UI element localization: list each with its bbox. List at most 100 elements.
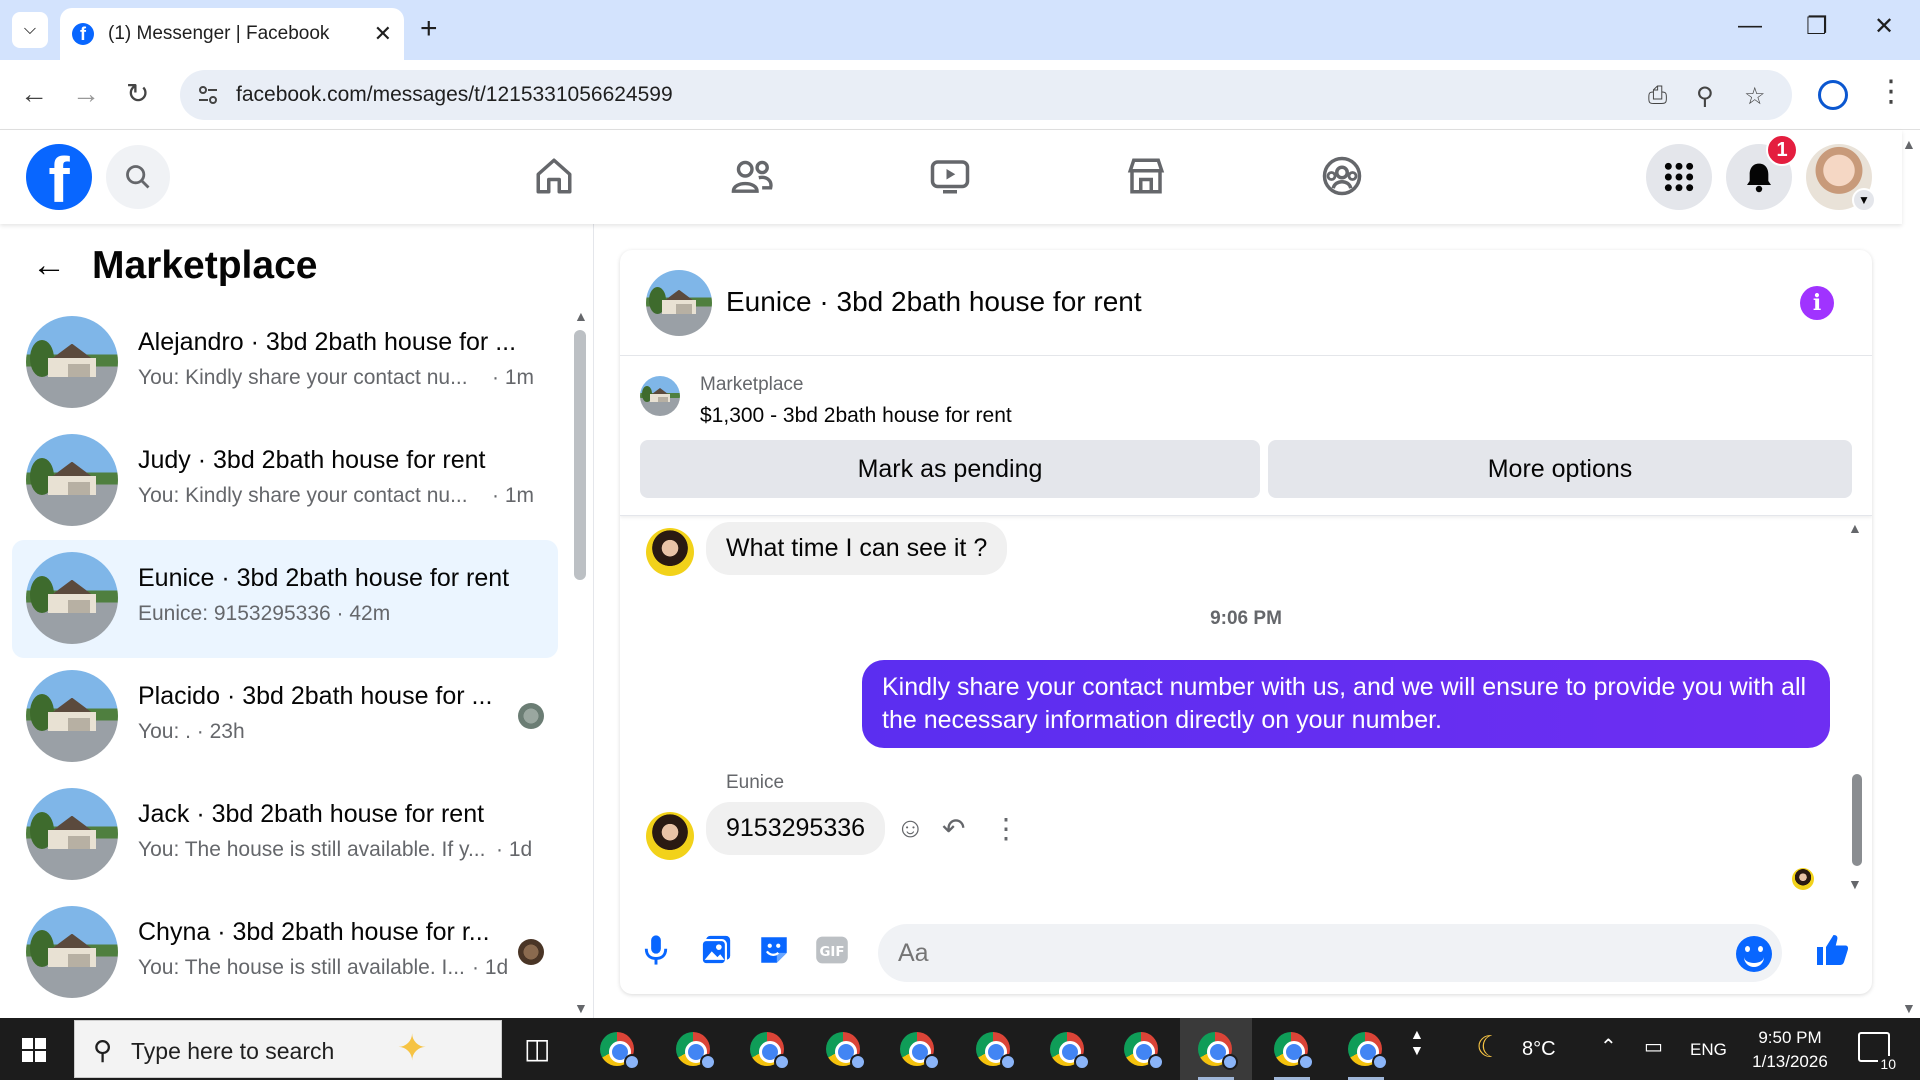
chrome-taskbar-icon[interactable] <box>600 1032 640 1070</box>
info-icon[interactable]: i <box>1800 286 1834 320</box>
chrome-taskbar-icon[interactable] <box>676 1032 716 1070</box>
reply-icon[interactable]: ↶ <box>942 812 965 845</box>
listing-small-thumbnail[interactable] <box>640 376 680 416</box>
list-scroll-up-icon[interactable]: ▲ <box>574 308 588 324</box>
weather-temp[interactable]: 8°C <box>1522 1038 1556 1061</box>
gif-icon[interactable]: GIF <box>812 930 852 970</box>
facebook-search-button[interactable] <box>106 145 170 209</box>
chrome-taskbar-icon[interactable] <box>750 1032 790 1070</box>
chat-title[interactable]: Eunice · 3bd 2bath house for rent <box>726 286 1142 318</box>
taskbar-scroll-icon[interactable]: ▲ ▼ <box>1410 1026 1424 1058</box>
thumbs-up-like-icon[interactable] <box>1812 930 1852 970</box>
conversation-time: · 1m <box>492 366 534 389</box>
chat-scroll-down-icon[interactable]: ▼ <box>1848 876 1862 892</box>
bookmark-star-icon[interactable]: ☆ <box>1744 82 1766 111</box>
chrome-taskbar-icon[interactable] <box>826 1032 866 1070</box>
sender-avatar[interactable] <box>646 812 694 860</box>
browser-menu-icon[interactable]: ⋮ <box>1876 74 1906 109</box>
weather-moon-icon[interactable]: ☾ <box>1476 1030 1503 1065</box>
install-app-icon[interactable]: ⎙ <box>1648 82 1667 110</box>
chrome-taskbar-icon-active[interactable] <box>1198 1032 1238 1070</box>
conversation-list-scrollbar[interactable] <box>574 330 586 580</box>
close-window-icon[interactable]: ✕ <box>1874 12 1894 41</box>
reload-icon[interactable]: ↻ <box>126 78 149 110</box>
photo-attach-icon[interactable] <box>696 930 736 970</box>
back-icon[interactable]: ← <box>20 78 48 110</box>
taskbar-search-box[interactable]: ⚲ Type here to search ✦ <box>74 1020 502 1078</box>
chrome-taskbar-icon[interactable] <box>1124 1032 1164 1070</box>
list-scroll-down-icon[interactable]: ▼ <box>574 1000 588 1016</box>
emoji-icon[interactable] <box>1736 936 1772 972</box>
listing-banner: Marketplace $1,300 - 3bd 2bath house for… <box>620 356 1872 516</box>
groups-nav-icon[interactable] <box>1318 152 1366 200</box>
conversation-preview: You: The house is still available. If y.… <box>138 838 486 861</box>
notification-center-icon[interactable]: 10 <box>1858 1032 1898 1072</box>
close-tab-icon[interactable]: ✕ <box>374 21 392 47</box>
video-nav-icon[interactable] <box>926 152 974 200</box>
site-settings-icon[interactable] <box>196 83 220 107</box>
forward-icon[interactable]: → <box>72 78 100 110</box>
conversation-item[interactable]: Alejandro · 3bd 2bath house for ... You:… <box>12 304 558 422</box>
task-view-icon[interactable]: ◫ <box>524 1032 550 1065</box>
facebook-logo-icon[interactable]: f <box>26 144 92 210</box>
listing-thumbnail <box>26 434 118 526</box>
page-scroll-down-icon[interactable]: ▼ <box>1902 1000 1916 1016</box>
conversation-item[interactable]: Jack · 3bd 2bath house for rent You: The… <box>12 776 558 894</box>
restore-icon[interactable]: ❐ <box>1806 12 1828 41</box>
chrome-taskbar-icon[interactable] <box>1274 1032 1314 1070</box>
minimize-icon[interactable]: — <box>1738 12 1762 40</box>
mark-as-pending-button[interactable]: Mark as pending <box>640 440 1260 498</box>
zoom-icon[interactable]: ⚲ <box>1696 82 1714 111</box>
battery-icon[interactable]: ▭ <box>1644 1034 1663 1059</box>
new-tab-icon[interactable]: + <box>420 14 438 44</box>
message-input[interactable] <box>878 924 1782 982</box>
chrome-taskbar-icon[interactable] <box>1050 1032 1090 1070</box>
sticker-icon[interactable] <box>754 930 794 970</box>
conversation-item[interactable]: Placido · 3bd 2bath house for ... You: .… <box>12 658 558 776</box>
marketplace-nav-icon[interactable] <box>1122 152 1170 200</box>
more-options-button[interactable]: More options <box>1268 440 1852 498</box>
outgoing-message[interactable]: Kindly share your contact number with us… <box>862 660 1830 748</box>
back-arrow-icon[interactable]: ← <box>32 246 66 285</box>
conversation-item[interactable]: Judy · 3bd 2bath house for rent You: Kin… <box>12 422 558 540</box>
chat-scrollbar[interactable] <box>1852 774 1862 866</box>
incoming-message[interactable]: What time I can see it ? <box>706 522 1008 575</box>
conversation-list-pane: ← Marketplace Alejandro · 3bd 2bath hous… <box>0 224 594 1018</box>
taskbar-clock[interactable]: 9:50 PM 1/13/2026 <box>1740 1026 1840 1074</box>
listing-price[interactable]: $1,300 - 3bd 2bath house for rent <box>700 404 1012 428</box>
sparkle-icon: ✦ <box>397 1027 428 1068</box>
react-emoji-icon[interactable]: ☺ <box>896 812 925 844</box>
chrome-taskbar-icon[interactable] <box>1348 1032 1388 1070</box>
svg-text:GIF: GIF <box>819 945 844 960</box>
menu-grid-button[interactable] <box>1646 144 1712 210</box>
sender-avatar[interactable] <box>646 528 694 576</box>
incoming-message[interactable]: 9153295336 <box>706 802 886 855</box>
tab-search-button[interactable]: ⌵ <box>12 12 48 48</box>
conversation-name: Alejandro · 3bd 2bath house for ... <box>138 328 517 356</box>
more-actions-icon[interactable]: ⋮ <box>992 812 1020 845</box>
language-indicator[interactable]: ENG <box>1690 1040 1727 1060</box>
search-icon: ⚲ <box>93 1035 113 1065</box>
conversation-name: Eunice · 3bd 2bath house for rent <box>138 564 510 592</box>
clock-date: 1/13/2026 <box>1752 1052 1828 1071</box>
address-bar[interactable]: facebook.com/messages/t/1215331056624599… <box>180 70 1792 120</box>
account-avatar[interactable]: ▼ <box>1806 144 1876 212</box>
friends-nav-icon[interactable] <box>728 152 776 200</box>
chrome-taskbar-icon[interactable] <box>900 1032 940 1070</box>
chat-scroll-up-icon[interactable]: ▲ <box>1848 520 1862 536</box>
home-nav-icon[interactable] <box>530 152 578 200</box>
notification-badge: 1 <box>1766 134 1798 166</box>
windows-start-icon[interactable] <box>22 1038 46 1062</box>
browser-profile-icon[interactable] <box>1818 80 1848 110</box>
chrome-taskbar-icon[interactable] <box>976 1032 1016 1070</box>
marketplace-title: Marketplace <box>92 244 318 287</box>
conversation-item-active[interactable]: Eunice · 3bd 2bath house for rent Eunice… <box>12 540 558 658</box>
seen-indicator-avatar <box>1792 868 1814 890</box>
message-timestamp: 9:06 PM <box>1210 608 1282 629</box>
chat-listing-thumbnail[interactable] <box>646 270 712 336</box>
microphone-icon[interactable] <box>636 930 676 970</box>
browser-tab[interactable]: f (1) Messenger | Facebook ✕ <box>60 8 404 60</box>
page-scroll-up-icon[interactable]: ▲ <box>1902 136 1916 152</box>
conversation-item[interactable]: Chyna · 3bd 2bath house for r... You: Th… <box>12 894 558 1012</box>
hidden-icons-chevron-icon[interactable]: ⌃ <box>1600 1034 1617 1059</box>
